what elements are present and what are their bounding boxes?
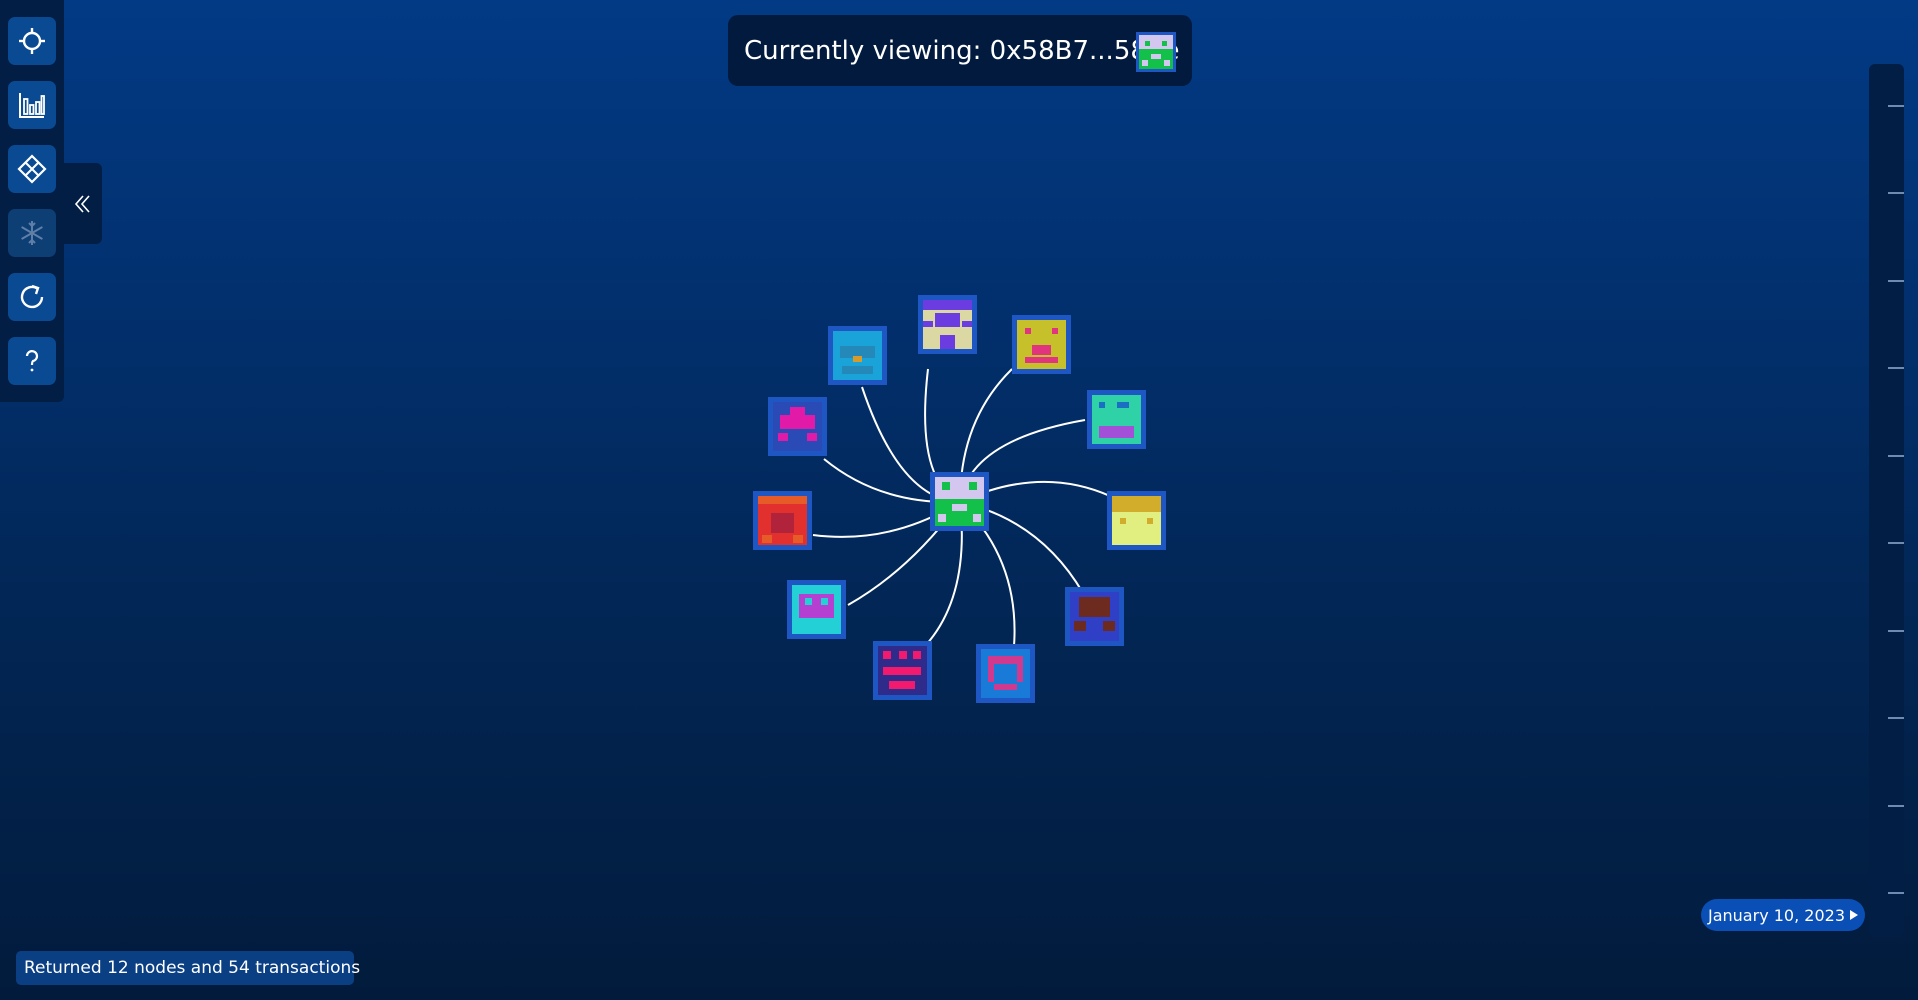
timeline-tick <box>1888 630 1904 632</box>
timeline-tick <box>1888 192 1904 194</box>
timeline-tick <box>1888 280 1904 282</box>
graph-node[interactable] <box>918 295 977 354</box>
graph-node[interactable] <box>828 326 887 385</box>
timeline-date-button[interactable]: January 10, 2023 <box>1701 899 1865 931</box>
timeline-tick <box>1888 455 1904 457</box>
timeline-tick <box>1888 542 1904 544</box>
timeline-scrubber[interactable] <box>1869 64 1904 937</box>
graph-node[interactable] <box>753 491 812 550</box>
timeline-tick <box>1888 892 1904 894</box>
graph-node[interactable] <box>1065 587 1124 646</box>
graph-node[interactable] <box>976 644 1035 703</box>
play-triangle-icon <box>1850 910 1858 920</box>
center-node[interactable] <box>930 472 989 531</box>
timeline-date-label: January 10, 2023 <box>1708 905 1845 925</box>
graph-node[interactable] <box>787 580 846 639</box>
timeline-tick <box>1888 805 1904 807</box>
graph-node[interactable] <box>873 641 932 700</box>
network-graph <box>753 295 1166 703</box>
graph-node[interactable] <box>1087 390 1146 449</box>
graph-node[interactable] <box>1107 491 1166 550</box>
timeline-tick <box>1888 105 1904 107</box>
timeline-tick <box>1888 717 1904 719</box>
graph-node[interactable] <box>1012 315 1071 374</box>
result-status: Returned 12 nodes and 54 transactions <box>16 951 360 985</box>
result-status-text: Returned 12 nodes and 54 transactions <box>24 958 361 978</box>
timeline-tick <box>1888 367 1904 369</box>
graph-node[interactable] <box>768 397 827 456</box>
